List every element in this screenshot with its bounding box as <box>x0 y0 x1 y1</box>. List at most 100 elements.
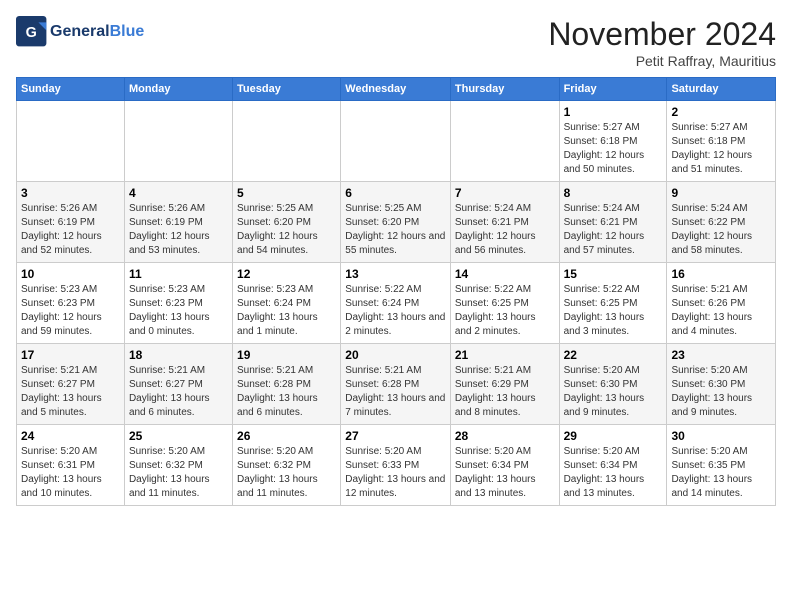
day-number: 16 <box>671 267 771 281</box>
day-number: 2 <box>671 105 771 119</box>
calendar-day-cell: 10 Sunrise: 5:23 AM Sunset: 6:23 PM Dayli… <box>17 263 125 344</box>
day-number: 20 <box>345 348 446 362</box>
day-number: 12 <box>237 267 336 281</box>
svg-text:G: G <box>26 25 37 41</box>
calendar-day-cell: 5 Sunrise: 5:25 AM Sunset: 6:20 PM Daylig… <box>233 182 341 263</box>
page-header: G GeneralBlue November 2024 Petit Raffra… <box>16 16 776 69</box>
calendar-day-cell: 4 Sunrise: 5:26 AM Sunset: 6:19 PM Daylig… <box>124 182 232 263</box>
day-info: Sunrise: 5:20 AM Sunset: 6:34 PM Dayligh… <box>455 445 555 501</box>
calendar-week-row: 24 Sunrise: 5:20 AM Sunset: 6:31 PM Dayli… <box>17 425 776 506</box>
calendar-day-cell <box>341 101 451 182</box>
day-info: Sunrise: 5:24 AM Sunset: 6:21 PM Dayligh… <box>455 202 555 258</box>
calendar-day-cell: 1 Sunrise: 5:27 AM Sunset: 6:18 PM Daylig… <box>559 101 667 182</box>
calendar-day-cell: 22 Sunrise: 5:20 AM Sunset: 6:30 PM Dayli… <box>559 344 667 425</box>
day-info: Sunrise: 5:22 AM Sunset: 6:24 PM Dayligh… <box>345 283 446 339</box>
day-number: 4 <box>129 186 228 200</box>
day-number: 15 <box>564 267 663 281</box>
day-number: 21 <box>455 348 555 362</box>
calendar-day-cell: 21 Sunrise: 5:21 AM Sunset: 6:29 PM Dayli… <box>450 344 559 425</box>
day-info: Sunrise: 5:23 AM Sunset: 6:24 PM Dayligh… <box>237 283 336 339</box>
day-number: 7 <box>455 186 555 200</box>
calendar-day-cell: 8Sunrise: 5:24 AM Sunset: 6:21 PM Daylig… <box>559 182 667 263</box>
calendar-day-cell <box>450 101 559 182</box>
calendar-day-cell: 13 Sunrise: 5:22 AM Sunset: 6:24 PM Dayli… <box>341 263 451 344</box>
day-info: Sunrise: 5:23 AM Sunset: 6:23 PM Dayligh… <box>21 283 120 339</box>
weekday-header-friday: Friday <box>559 78 667 101</box>
day-info: Sunrise: 5:20 AM Sunset: 6:30 PM Dayligh… <box>671 364 771 420</box>
day-info: Sunrise: 5:25 AM Sunset: 6:20 PM Dayligh… <box>237 202 336 258</box>
day-number: 30 <box>671 429 771 443</box>
day-info: Sunrise: 5:26 AM Sunset: 6:19 PM Dayligh… <box>21 202 120 258</box>
calendar-day-cell: 11 Sunrise: 5:23 AM Sunset: 6:23 PM Dayli… <box>124 263 232 344</box>
calendar-day-cell: 26 Sunrise: 5:20 AM Sunset: 6:32 PM Dayli… <box>233 425 341 506</box>
day-number: 19 <box>237 348 336 362</box>
day-number: 24 <box>21 429 120 443</box>
day-info: Sunrise: 5:22 AM Sunset: 6:25 PM Dayligh… <box>455 283 555 339</box>
day-info: Sunrise: 5:20 AM Sunset: 6:30 PM Dayligh… <box>564 364 663 420</box>
location-title: Petit Raffray, Mauritius <box>548 53 776 69</box>
calendar-week-row: 17 Sunrise: 5:21 AM Sunset: 6:27 PM Dayli… <box>17 344 776 425</box>
day-number: 1 <box>564 105 663 119</box>
day-number: 10 <box>21 267 120 281</box>
day-info: Sunrise: 5:21 AM Sunset: 6:26 PM Dayligh… <box>671 283 771 339</box>
day-info: Sunrise: 5:20 AM Sunset: 6:31 PM Dayligh… <box>21 445 120 501</box>
day-info: Sunrise: 5:23 AM Sunset: 6:23 PM Dayligh… <box>129 283 228 339</box>
day-number: 11 <box>129 267 228 281</box>
day-info: Sunrise: 5:20 AM Sunset: 6:35 PM Dayligh… <box>671 445 771 501</box>
day-number: 17 <box>21 348 120 362</box>
calendar-day-cell: 23Sunrise: 5:20 AM Sunset: 6:30 PM Dayli… <box>667 344 776 425</box>
calendar-day-cell: 15 Sunrise: 5:22 AM Sunset: 6:25 PM Dayli… <box>559 263 667 344</box>
day-info: Sunrise: 5:21 AM Sunset: 6:28 PM Dayligh… <box>237 364 336 420</box>
day-info: Sunrise: 5:26 AM Sunset: 6:19 PM Dayligh… <box>129 202 228 258</box>
day-number: 18 <box>129 348 228 362</box>
calendar-day-cell: 29Sunrise: 5:20 AM Sunset: 6:34 PM Dayli… <box>559 425 667 506</box>
day-info: Sunrise: 5:21 AM Sunset: 6:28 PM Dayligh… <box>345 364 446 420</box>
day-info: Sunrise: 5:21 AM Sunset: 6:29 PM Dayligh… <box>455 364 555 420</box>
day-info: Sunrise: 5:20 AM Sunset: 6:32 PM Dayligh… <box>237 445 336 501</box>
calendar-day-cell: 19 Sunrise: 5:21 AM Sunset: 6:28 PM Dayli… <box>233 344 341 425</box>
weekday-header-wednesday: Wednesday <box>341 78 451 101</box>
day-info: Sunrise: 5:21 AM Sunset: 6:27 PM Dayligh… <box>21 364 120 420</box>
day-number: 6 <box>345 186 446 200</box>
weekday-header-saturday: Saturday <box>667 78 776 101</box>
day-number: 27 <box>345 429 446 443</box>
day-number: 3 <box>21 186 120 200</box>
day-number: 14 <box>455 267 555 281</box>
calendar-day-cell: 3 Sunrise: 5:26 AM Sunset: 6:19 PM Daylig… <box>17 182 125 263</box>
day-number: 22 <box>564 348 663 362</box>
calendar-day-cell: 9 Sunrise: 5:24 AM Sunset: 6:22 PM Daylig… <box>667 182 776 263</box>
calendar-day-cell: 7 Sunrise: 5:24 AM Sunset: 6:21 PM Daylig… <box>450 182 559 263</box>
calendar-day-cell: 14 Sunrise: 5:22 AM Sunset: 6:25 PM Dayli… <box>450 263 559 344</box>
calendar-week-row: 10 Sunrise: 5:23 AM Sunset: 6:23 PM Dayli… <box>17 263 776 344</box>
day-info: Sunrise: 5:22 AM Sunset: 6:25 PM Dayligh… <box>564 283 663 339</box>
logo: G GeneralBlue <box>16 16 144 48</box>
weekday-header-thursday: Thursday <box>450 78 559 101</box>
day-number: 5 <box>237 186 336 200</box>
day-number: 25 <box>129 429 228 443</box>
calendar-day-cell: 27Sunrise: 5:20 AM Sunset: 6:33 PM Dayli… <box>341 425 451 506</box>
day-number: 26 <box>237 429 336 443</box>
day-number: 9 <box>671 186 771 200</box>
calendar-day-cell: 24 Sunrise: 5:20 AM Sunset: 6:31 PM Dayli… <box>17 425 125 506</box>
weekday-header-row: SundayMondayTuesdayWednesdayThursdayFrid… <box>17 78 776 101</box>
calendar-week-row: 1 Sunrise: 5:27 AM Sunset: 6:18 PM Daylig… <box>17 101 776 182</box>
day-number: 28 <box>455 429 555 443</box>
month-title: November 2024 <box>548 16 776 53</box>
calendar-day-cell: 18 Sunrise: 5:21 AM Sunset: 6:27 PM Dayli… <box>124 344 232 425</box>
day-number: 8 <box>564 186 663 200</box>
day-info: Sunrise: 5:24 AM Sunset: 6:22 PM Dayligh… <box>671 202 771 258</box>
calendar-day-cell: 16 Sunrise: 5:21 AM Sunset: 6:26 PM Dayli… <box>667 263 776 344</box>
calendar-day-cell: 6 Sunrise: 5:25 AM Sunset: 6:20 PM Daylig… <box>341 182 451 263</box>
calendar-day-cell: 25Sunrise: 5:20 AM Sunset: 6:32 PM Dayli… <box>124 425 232 506</box>
day-info: Sunrise: 5:25 AM Sunset: 6:20 PM Dayligh… <box>345 202 446 258</box>
logo-icon: G <box>16 16 48 48</box>
logo-text-blue: Blue <box>110 23 145 40</box>
calendar-table: SundayMondayTuesdayWednesdayThursdayFrid… <box>16 77 776 506</box>
day-info: Sunrise: 5:27 AM Sunset: 6:18 PM Dayligh… <box>564 121 663 177</box>
calendar-day-cell: 20 Sunrise: 5:21 AM Sunset: 6:28 PM Dayli… <box>341 344 451 425</box>
calendar-day-cell: 2Sunrise: 5:27 AM Sunset: 6:18 PM Daylig… <box>667 101 776 182</box>
weekday-header-tuesday: Tuesday <box>233 78 341 101</box>
day-info: Sunrise: 5:21 AM Sunset: 6:27 PM Dayligh… <box>129 364 228 420</box>
weekday-header-monday: Monday <box>124 78 232 101</box>
day-number: 13 <box>345 267 446 281</box>
